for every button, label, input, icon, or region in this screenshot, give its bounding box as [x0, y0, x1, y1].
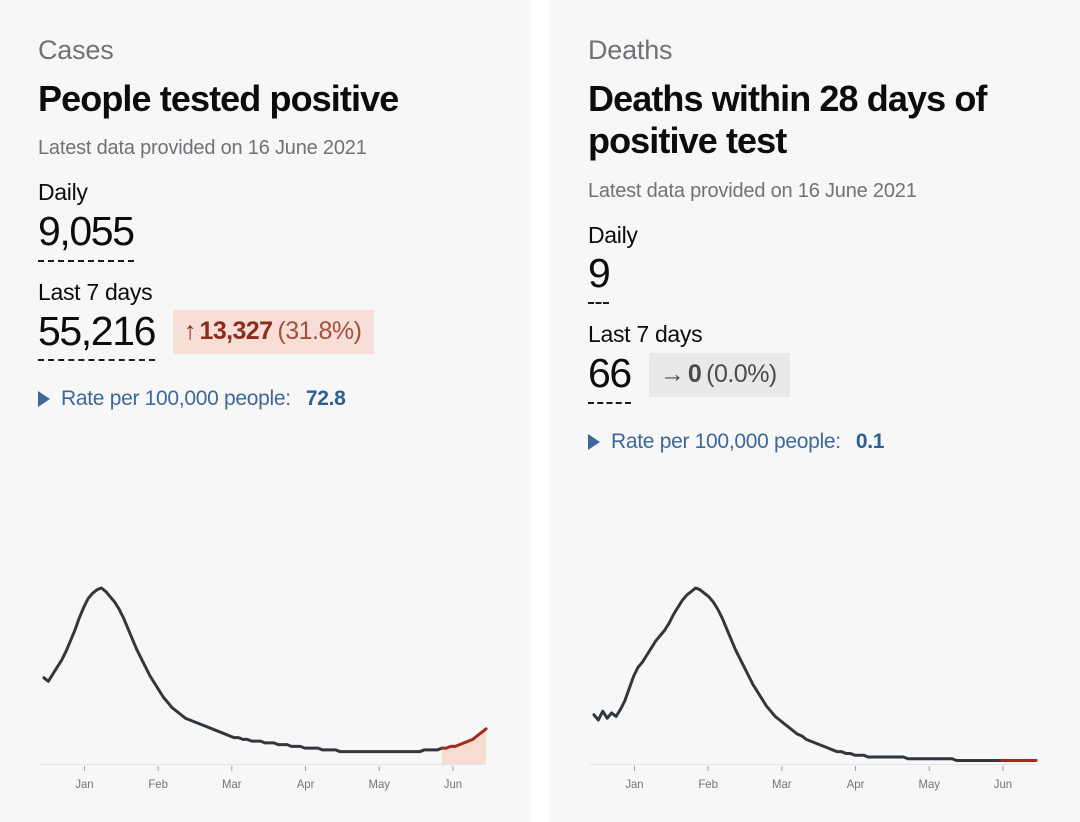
weekly-metric-value: 66: [588, 351, 631, 397]
weekly-value-underline: [38, 359, 155, 361]
rate-label: Rate per 100,000 people:: [611, 430, 841, 454]
weekly-metric-block: Last 7 days 66 → 0 (0.0%): [588, 320, 1042, 404]
daily-metric-label: Daily: [588, 221, 1042, 250]
daily-metric-label: Daily: [38, 178, 492, 207]
arrow-right-icon: →: [660, 362, 685, 387]
weekly-value-underline: [588, 402, 631, 404]
x-axis-tick-label: Jan: [75, 779, 93, 791]
card-latest-update: Latest data provided on 16 June 2021: [38, 137, 492, 160]
chart-area: Jan Feb Mar Apr May Jun: [38, 578, 492, 822]
daily-value-wrap: 9,055: [38, 209, 134, 262]
trend-chart: Jan Feb Mar Apr May Jun: [38, 578, 492, 808]
daily-value-underline: [588, 302, 609, 304]
x-axis-tick-label: Feb: [148, 779, 168, 791]
rate-expander-row[interactable]: Rate per 100,000 people: 72.8: [38, 387, 492, 411]
weekly-metric-row: 66 → 0 (0.0%): [588, 351, 1042, 404]
series-line-main: [44, 588, 442, 752]
change-delta-value: 13,327: [200, 319, 273, 344]
dashboard-cards-container: Cases People tested positive Latest data…: [0, 0, 1080, 822]
weekly-metric-value: 55,216: [38, 309, 155, 355]
weekly-metric-row: 55,216 ↑ 13,327 (31.8%): [38, 309, 492, 362]
triangle-right-icon: [588, 434, 600, 450]
card-headline: People tested positive: [38, 78, 492, 120]
daily-metric-row: 9,055: [38, 209, 492, 262]
triangle-right-icon: [38, 391, 50, 407]
x-axis-tick-label: May: [369, 779, 391, 791]
change-delta-value: 0: [688, 362, 701, 387]
x-axis-tick-label: May: [919, 779, 941, 791]
x-axis-tick-label: Jun: [994, 779, 1012, 791]
rate-expander-row[interactable]: Rate per 100,000 people: 0.1: [588, 430, 1042, 454]
rate-value: 0.1: [856, 430, 884, 454]
x-axis-tick-label: Apr: [847, 779, 865, 791]
x-axis-tick-label: Jun: [444, 779, 462, 791]
daily-metric-value: 9: [588, 251, 609, 297]
x-axis-tick-label: Feb: [698, 779, 718, 791]
weekly-value-wrap: 55,216: [38, 309, 155, 362]
daily-metric-row: 9: [588, 251, 1042, 304]
rate-label: Rate per 100,000 people:: [61, 387, 291, 411]
card-category: Deaths: [588, 36, 1042, 66]
arrow-up-icon: ↑: [184, 319, 197, 344]
daily-value-wrap: 9: [588, 251, 609, 304]
daily-value-underline: [38, 260, 134, 262]
daily-metric-value: 9,055: [38, 209, 134, 255]
weekly-metric-block: Last 7 days 55,216 ↑ 13,327 (31.8%): [38, 278, 492, 362]
metric-card-cases: Cases People tested positive Latest data…: [0, 0, 530, 822]
chart-area: Jan Feb Mar Apr May Jun: [588, 578, 1042, 822]
series-line-main: [594, 588, 1001, 760]
x-axis-tick-label: Mar: [222, 779, 242, 791]
change-badge: ↑ 13,327 (31.8%): [173, 310, 374, 354]
weekly-metric-label: Last 7 days: [38, 278, 492, 307]
card-headline: Deaths within 28 days of positive test: [588, 78, 1042, 163]
weekly-value-wrap: 66: [588, 351, 631, 404]
change-percent-value: (0.0%): [706, 362, 777, 387]
trend-chart: Jan Feb Mar Apr May Jun: [588, 578, 1042, 808]
x-axis-tick-label: Mar: [772, 779, 792, 791]
weekly-metric-label: Last 7 days: [588, 320, 1042, 349]
change-badge: → 0 (0.0%): [649, 353, 790, 397]
x-axis-tick-label: Jan: [625, 779, 643, 791]
daily-metric-block: Daily 9,055: [38, 178, 492, 262]
card-category: Cases: [38, 36, 492, 66]
change-percent-value: (31.8%): [277, 319, 361, 344]
daily-metric-block: Daily 9: [588, 221, 1042, 305]
x-axis-tick-label: Apr: [297, 779, 315, 791]
card-latest-update: Latest data provided on 16 June 2021: [588, 180, 1042, 203]
rate-value: 72.8: [306, 387, 346, 411]
metric-card-deaths: Deaths Deaths within 28 days of positive…: [550, 0, 1080, 822]
